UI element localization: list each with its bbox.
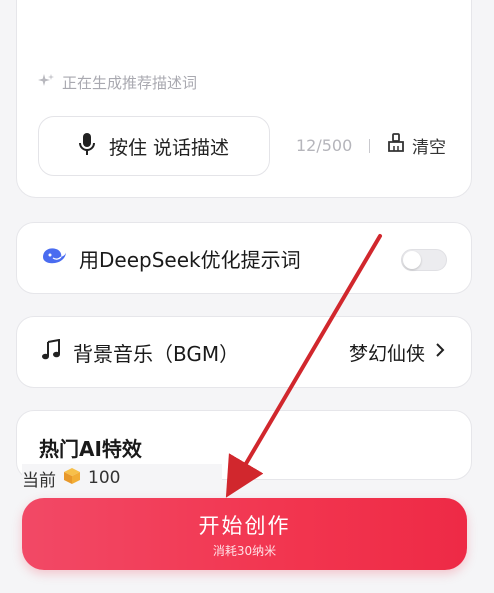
balance-label: 当前 bbox=[22, 470, 56, 491]
hold-to-speak-button[interactable]: 按住 说话描述 bbox=[38, 116, 270, 176]
deepseek-label: 用DeepSeek优化提示词 bbox=[79, 247, 301, 272]
microphone-icon bbox=[78, 132, 95, 161]
deepseek-whale-icon bbox=[41, 245, 67, 272]
effects-title: 热门AI特效 bbox=[39, 437, 142, 461]
coin-cube-icon bbox=[62, 466, 82, 491]
music-note-icon bbox=[41, 338, 61, 366]
start-create-button[interactable]: 开始创作 消耗30纳米 bbox=[22, 498, 467, 570]
create-cost: 消耗30纳米 bbox=[212, 544, 277, 558]
bgm-value: 梦幻仙侠 bbox=[348, 342, 425, 365]
bgm-selector[interactable]: 梦幻仙侠 bbox=[349, 317, 445, 387]
balance: 当前 100 bbox=[22, 464, 222, 492]
deepseek-optimize-row: 用DeepSeek优化提示词 bbox=[16, 222, 472, 294]
clear-label: 清空 bbox=[412, 138, 446, 158]
hint-text: 正在生成推荐描述词 bbox=[62, 74, 198, 92]
create-label: 开始创作 bbox=[198, 514, 291, 538]
balance-amount: 100 bbox=[88, 468, 121, 488]
clear-button[interactable]: 清空 bbox=[386, 133, 446, 158]
voice-button-label: 按住 说话描述 bbox=[108, 136, 230, 159]
recommendation-hint: 正在生成推荐描述词 bbox=[38, 72, 197, 93]
bgm-label: 背景音乐（BGM） bbox=[73, 341, 240, 366]
sparkle-icon bbox=[38, 73, 54, 93]
deepseek-toggle[interactable] bbox=[401, 249, 447, 271]
bgm-row[interactable]: 背景音乐（BGM） 梦幻仙侠 bbox=[16, 316, 472, 388]
toggle-knob bbox=[403, 251, 421, 269]
divider bbox=[369, 139, 370, 153]
chevron-right-icon bbox=[435, 341, 445, 363]
char-counter: 12/500 bbox=[296, 136, 353, 155]
broom-icon bbox=[386, 133, 406, 158]
